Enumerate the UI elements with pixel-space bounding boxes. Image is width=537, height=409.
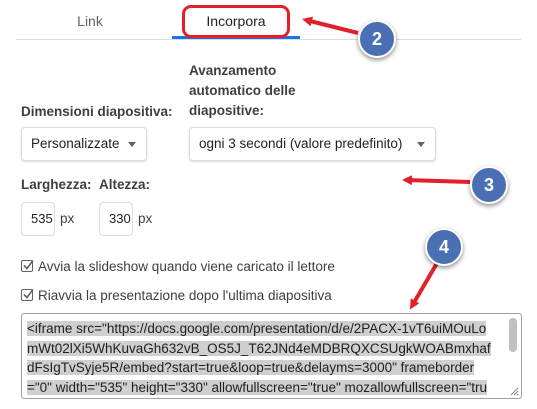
callout-badge-4: 4 bbox=[425, 228, 463, 266]
chevron-down-icon bbox=[417, 142, 425, 147]
auto-advance-label-line-2: automatico delle bbox=[189, 83, 296, 98]
textarea-scrollbar[interactable] bbox=[509, 318, 517, 352]
embed-code-text: <iframe src="https://docs.google.com/pre… bbox=[27, 319, 497, 398]
auto-advance-dropdown[interactable]: ogni 3 secondi (valore predefinito) bbox=[189, 127, 436, 161]
chevron-down-icon bbox=[128, 142, 136, 147]
auto-advance-label-line-3: diapositive: bbox=[189, 103, 265, 118]
tab-link[interactable]: Link bbox=[40, 6, 140, 36]
start-on-load-option[interactable]: Avvia la slideshow quando viene caricato… bbox=[21, 257, 335, 275]
height-input[interactable]: 330 bbox=[99, 202, 133, 236]
width-label: Larghezza: bbox=[21, 177, 92, 192]
tab-divider bbox=[16, 39, 521, 40]
slide-size-label: Dimensioni diapositiva: bbox=[21, 104, 173, 119]
restart-after-last-option[interactable]: Riavvia la presentazione dopo l'ultima d… bbox=[21, 286, 332, 304]
restart-after-last-checkbox[interactable] bbox=[21, 289, 34, 301]
start-on-load-label: Avvia la slideshow quando viene caricato… bbox=[38, 258, 335, 274]
embed-code-textarea[interactable]: <iframe src="https://docs.google.com/pre… bbox=[21, 313, 522, 399]
resize-grip-icon[interactable] bbox=[509, 386, 519, 396]
slide-size-value: Personalizzate bbox=[31, 136, 120, 151]
embed-tab-highlight bbox=[182, 5, 290, 38]
auto-advance-label-line-1: Avanzamento bbox=[189, 63, 277, 78]
arrow-4 bbox=[409, 256, 442, 310]
arrow-2 bbox=[302, 16, 359, 35]
restart-after-last-label: Riavvia la presentazione dopo l'ultima d… bbox=[38, 287, 332, 303]
slide-size-dropdown[interactable]: Personalizzate bbox=[21, 127, 147, 161]
embed-code-selection: <iframe src="https://docs.google.com/pre… bbox=[27, 321, 491, 398]
width-input[interactable]: 535 bbox=[21, 202, 55, 236]
callout-badge-3: 3 bbox=[470, 166, 508, 204]
checkmark-icon bbox=[23, 260, 34, 270]
width-unit: px bbox=[60, 211, 75, 226]
height-label: Altezza: bbox=[99, 177, 151, 192]
arrow-3 bbox=[402, 175, 471, 186]
checkmark-icon bbox=[23, 289, 34, 299]
start-on-load-checkbox[interactable] bbox=[21, 260, 34, 272]
auto-advance-value: ogni 3 secondi (valore predefinito) bbox=[199, 136, 403, 151]
height-unit: px bbox=[138, 211, 153, 226]
callout-badge-2: 2 bbox=[358, 20, 396, 58]
